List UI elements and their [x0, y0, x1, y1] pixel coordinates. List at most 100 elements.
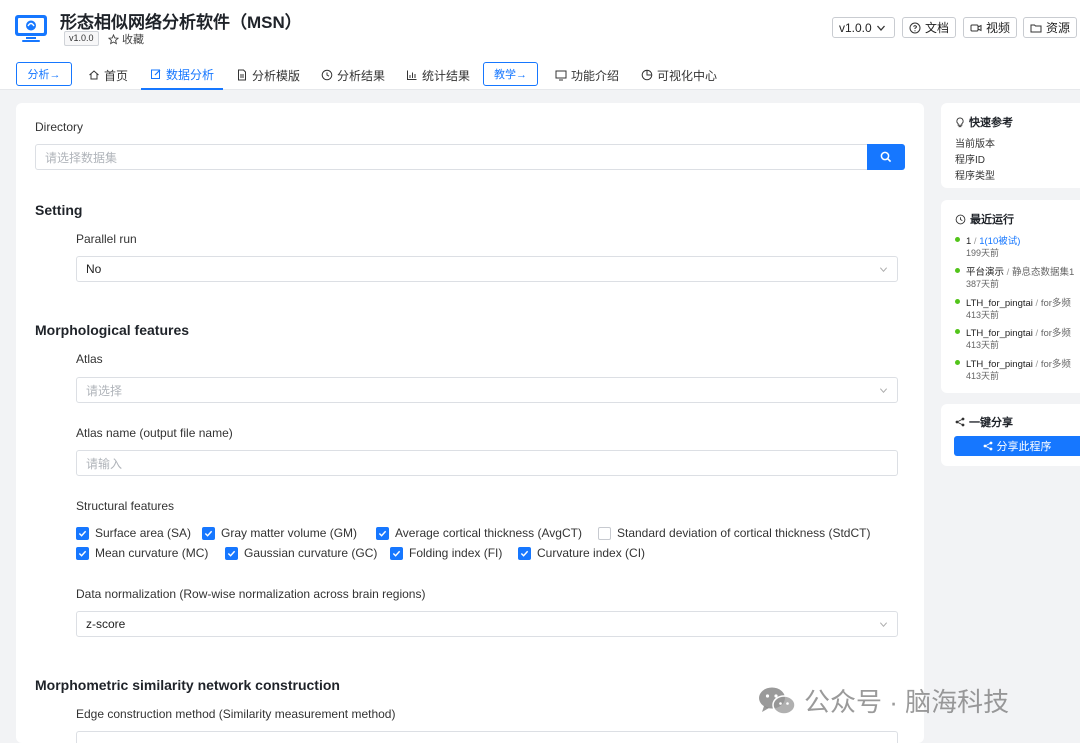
- tab-home-label: 首页: [104, 68, 129, 83]
- analysis-nav-button[interactable]: 分析→: [16, 62, 72, 86]
- status-dot: [955, 237, 960, 242]
- run-sep: /: [1032, 328, 1041, 339]
- checkbox-checked-icon: [376, 526, 389, 540]
- edge-method-select[interactable]: [76, 731, 898, 743]
- docs-button[interactable]: 文档: [902, 17, 956, 38]
- checkbox-stdct[interactable]: Standard deviation of cortical thickness…: [598, 526, 870, 540]
- run-title: LTH_for_pingtai / for多频: [966, 295, 1071, 309]
- checkbox-stdct-label: Standard deviation of cortical thickness…: [617, 526, 871, 540]
- version-tag: v1.0.0: [64, 31, 99, 46]
- checkbox-gm-label: Gray matter volume (GM): [221, 526, 358, 540]
- checkbox-ci[interactable]: Curvature index (CI): [518, 546, 645, 560]
- pie-chart-icon: [641, 69, 653, 81]
- checkbox-gm[interactable]: Gray matter volume (GM): [202, 526, 357, 540]
- document-icon: [238, 69, 246, 81]
- quick-reference-card: 快速参考 当前版本 程序ID 程序类型: [941, 103, 1080, 188]
- resources-button[interactable]: 资源: [1023, 17, 1077, 38]
- quick-reference-title: 快速参考: [955, 114, 1013, 130]
- share-icon: [983, 441, 992, 451]
- chevron-down-icon: [879, 388, 888, 394]
- search-button[interactable]: [867, 144, 905, 170]
- run-detail: 静息态数据集1: [1011, 267, 1075, 278]
- run-time: 199天前: [966, 248, 1000, 258]
- directory-input[interactable]: 请选择数据集: [35, 144, 868, 170]
- tab-data-analysis[interactable]: 数据分析: [141, 60, 223, 90]
- parallel-run-select[interactable]: No: [76, 256, 898, 282]
- home-icon: [89, 70, 99, 80]
- checkbox-checked-icon: [76, 526, 89, 540]
- program-id-label: 程序ID: [955, 155, 985, 166]
- tab-data-analysis-label: 数据分析: [165, 67, 214, 82]
- share-title-text: 一键分享: [969, 417, 1013, 429]
- morphological-features-title: Morphological features: [35, 322, 190, 338]
- checkbox-avgct-label: Average cortical thickness (AvgCT): [395, 526, 582, 540]
- atlas-select[interactable]: 请选择: [76, 377, 898, 403]
- run-time: 387天前: [966, 279, 1000, 289]
- quick-reference-title-text: 快速参考: [969, 117, 1013, 129]
- teaching-nav-button[interactable]: 教学→: [483, 62, 538, 86]
- docs-label: 文档: [925, 21, 950, 35]
- star-icon: [108, 33, 119, 45]
- tab-stats[interactable]: 统计结果: [406, 60, 470, 90]
- share-program-button[interactable]: 分享此程序: [954, 436, 1080, 456]
- app-logo-icon: [15, 15, 47, 42]
- folder-icon: [1030, 24, 1042, 32]
- recent-runs-title-text: 最近运行: [970, 214, 1014, 226]
- status-dot: [955, 299, 960, 304]
- status-dot: [955, 329, 960, 334]
- parallel-run-value: No: [86, 262, 102, 276]
- recent-runs-title: 最近运行: [955, 211, 1014, 227]
- run-detail: for多频: [1040, 359, 1071, 370]
- tab-features[interactable]: 功能介绍: [555, 60, 619, 90]
- checkbox-checked-icon: [76, 546, 89, 560]
- lightbulb-icon: [956, 116, 964, 127]
- checkbox-gc-label: Gaussian curvature (GC): [244, 546, 378, 560]
- wechat-icon: [759, 687, 796, 715]
- share-icon: [955, 417, 965, 427]
- share-card: 一键分享 分享此程序: [941, 404, 1080, 466]
- atlas-placeholder: 请选择: [86, 383, 123, 398]
- checkbox-fi[interactable]: Folding index (FI): [390, 546, 502, 560]
- checkbox-checked-icon: [518, 546, 531, 560]
- checkbox-checked-icon: [390, 546, 403, 560]
- help-circle-icon: [909, 22, 921, 33]
- run-detail: for多频: [1040, 298, 1071, 309]
- checkbox-checked-icon: [202, 526, 215, 540]
- tab-templates-label: 分析模版: [252, 68, 301, 83]
- share-program-label: 分享此程序: [996, 441, 1052, 453]
- checkbox-avgct[interactable]: Average cortical thickness (AvgCT): [376, 526, 582, 540]
- run-title: 1 / 1(10被试): [966, 233, 1020, 247]
- setting-title: Setting: [35, 202, 83, 218]
- directory-label: Directory: [35, 120, 84, 134]
- video-label: 视频: [986, 21, 1011, 35]
- checkbox-gc[interactable]: Gaussian curvature (GC): [225, 546, 377, 560]
- run-detail: for多频: [1040, 328, 1071, 339]
- analysis-form-card: Directory 请选择数据集 Setting Parallel run No…: [16, 103, 924, 743]
- tab-home[interactable]: 首页: [88, 60, 128, 90]
- bar-chart-icon: [407, 70, 417, 80]
- normalization-select[interactable]: z-score: [76, 611, 898, 637]
- atlas-name-input[interactable]: 请输入: [76, 450, 898, 476]
- video-icon: [970, 24, 982, 31]
- status-dot: [955, 268, 960, 273]
- tab-templates[interactable]: 分析模版: [236, 60, 300, 90]
- edit-icon: [150, 69, 161, 79]
- checkbox-mc[interactable]: Mean curvature (MC): [76, 546, 208, 560]
- run-title: LTH_for_pingtai / for多频: [966, 356, 1071, 370]
- run-title: LTH_for_pingtai / for多频: [966, 325, 1071, 339]
- checkbox-sa[interactable]: Surface area (SA): [76, 526, 191, 540]
- tab-features-label: 功能介绍: [571, 68, 620, 83]
- checkbox-mc-label: Mean curvature (MC): [95, 546, 209, 560]
- tab-viz-center[interactable]: 可视化中心: [641, 60, 717, 90]
- tab-viz-center-label: 可视化中心: [657, 68, 718, 83]
- history-icon: [955, 214, 966, 224]
- msn-construction-title: Morphometric similarity network construc…: [35, 677, 340, 693]
- run-title: 平台演示 / 静息态数据集1: [966, 264, 1074, 278]
- recent-runs-card: 最近运行 1 / 1(10被试) 199天前 平台演示 / 静息态数据集1 38…: [941, 200, 1080, 393]
- version-select[interactable]: v1.0.0: [832, 17, 895, 38]
- tab-results[interactable]: 分析结果: [321, 60, 385, 90]
- video-button[interactable]: 视频: [963, 17, 1017, 38]
- structural-features-label: Structural features: [76, 499, 175, 513]
- resources-label: 资源: [1046, 21, 1071, 35]
- favorite-button[interactable]: 收藏: [108, 31, 144, 47]
